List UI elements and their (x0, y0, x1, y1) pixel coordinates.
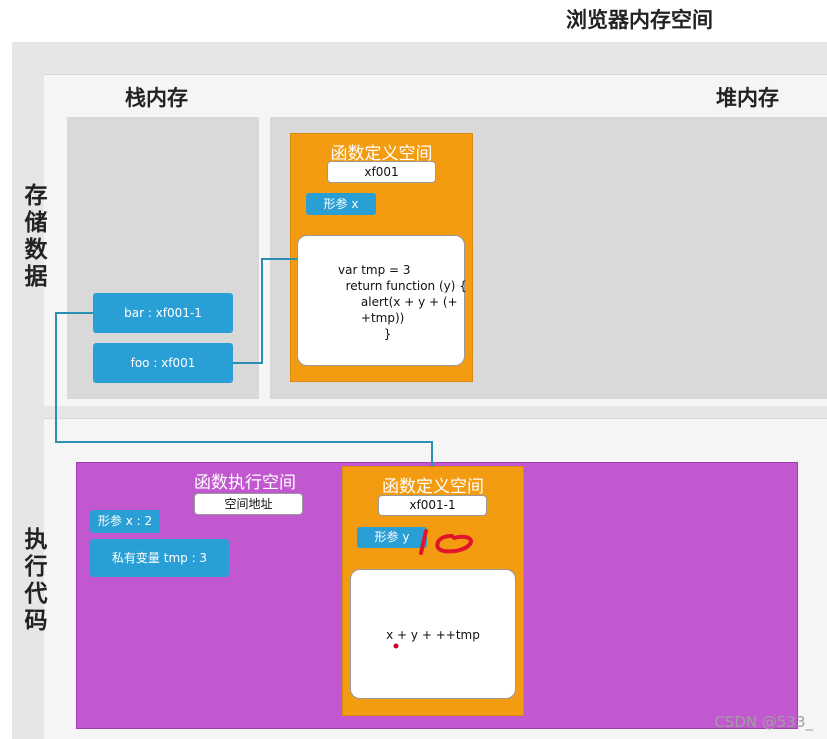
bar-to-inner-function-connector (55, 312, 433, 466)
foo-to-heap-connector (233, 258, 297, 364)
connector-layer (55, 258, 474, 649)
handwritten-annotation-zero (435, 534, 474, 554)
red-cursor-dot (393, 643, 399, 649)
handwritten-annotation-one (419, 529, 428, 555)
watermark: CSDN @533_ (714, 713, 813, 731)
